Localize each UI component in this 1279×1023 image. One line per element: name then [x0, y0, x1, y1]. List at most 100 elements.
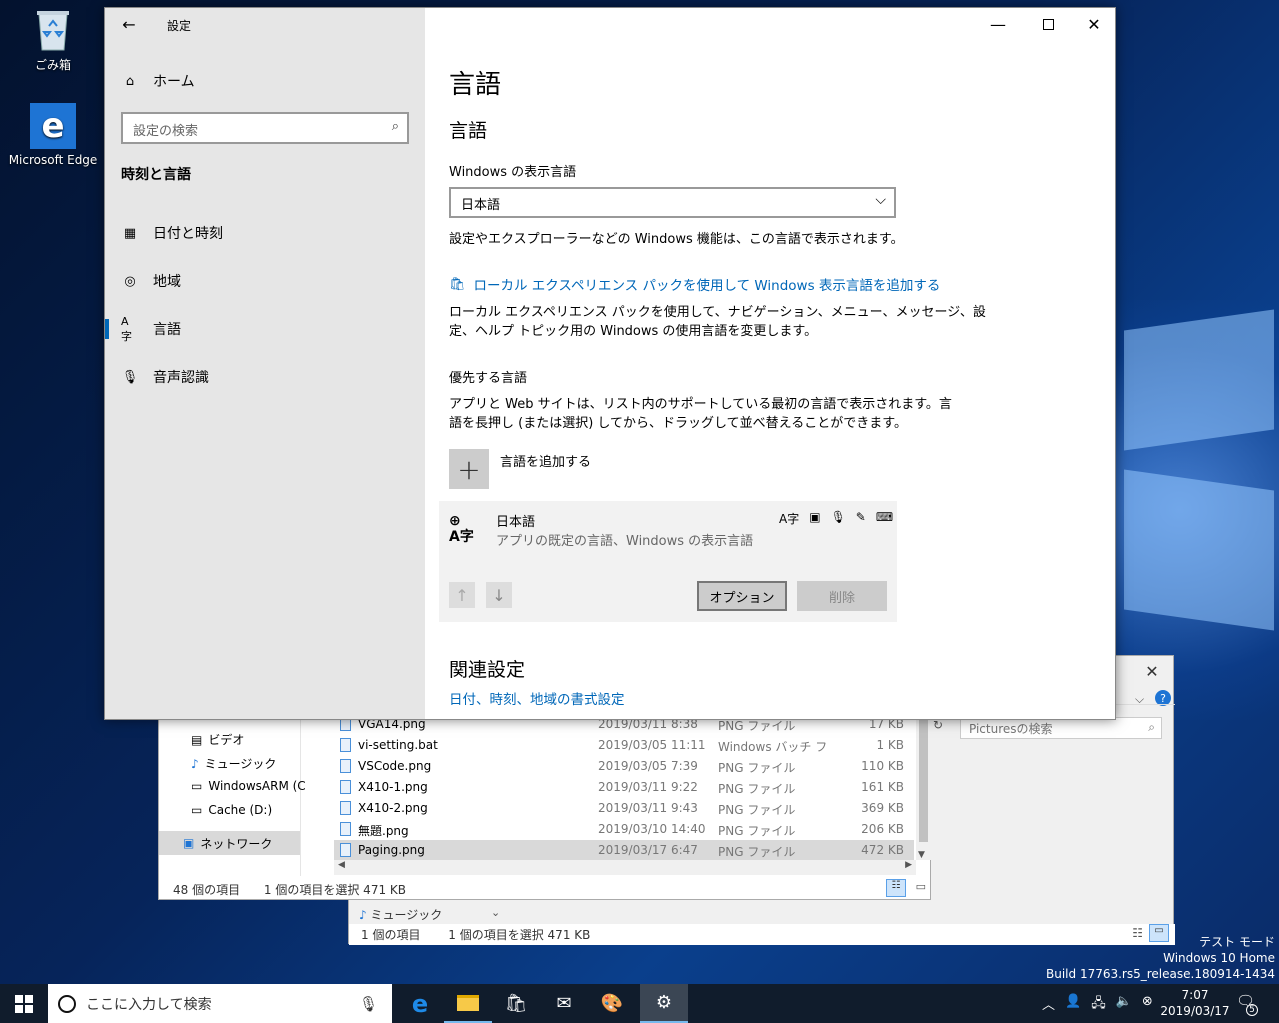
table-row[interactable]: vi-setting.bat 2019/03/05 11:11 Windows バッ…: [334, 735, 914, 756]
date-time-region-format-link[interactable]: 日付、時刻、地域の書式設定: [449, 688, 625, 708]
music-icon: ♪: [359, 908, 367, 922]
selected-indicator: [105, 319, 109, 339]
sidebar-item-label: 日付と時刻: [153, 226, 223, 242]
search-input[interactable]: Picturesの検索 ⌕: [960, 717, 1162, 739]
search-icon: ⌕: [1148, 720, 1155, 734]
action-center-button[interactable]: 🗨 5: [1236, 992, 1258, 1016]
table-cell-date: 2019/03/05 11:11: [598, 738, 706, 752]
nav-item-music[interactable]: ♪ ミュージック: [359, 906, 442, 923]
desktop-icon-edge[interactable]: e Microsoft Edge: [8, 103, 98, 167]
table-cell-date: 2019/03/11 9:22: [598, 780, 698, 794]
nav-item-label: ミュージック: [204, 757, 277, 771]
desktop-icon-recycle-bin[interactable]: ごみ箱: [8, 8, 98, 73]
display-language-dropdown[interactable]: 日本語 ⌵: [449, 187, 896, 218]
sidebar-item-region[interactable]: ◎ 地域: [121, 271, 181, 291]
move-down-button[interactable]: ↓: [486, 582, 512, 608]
table-row[interactable]: 無題.png 2019/03/10 14:40 PNG ファイル 206 KB: [334, 819, 914, 840]
close-icon[interactable]: ✕: [1129, 658, 1175, 684]
sidebar-item-date-time[interactable]: ▦ 日付と時刻: [121, 223, 223, 243]
status-bar: 48 個の項目 1 個の項目を選択 471 KB ☷ ▭: [159, 877, 932, 900]
sidebar-item-speech[interactable]: 🎙 音声認識: [121, 367, 209, 387]
volume-icon[interactable]: 🔈: [1116, 994, 1132, 1016]
sidebar-item-home[interactable]: ⌂ ホーム: [121, 71, 195, 91]
chevron-down-icon[interactable]: ⌄: [491, 906, 500, 919]
language-list-item[interactable]: ⊕ A字 日本語 アプリの既定の言語、Windows の表示言語 A字 ▣ 🎙 ✎…: [439, 501, 897, 622]
scroll-down-icon[interactable]: ▼: [918, 850, 925, 860]
status-selected: 1 個の項目を選択 471 KB: [263, 883, 407, 897]
local-experience-pack-link[interactable]: 🛍 ローカル エクスペリエンス パックを使用して Windows 表示言語を追加…: [449, 274, 940, 295]
taskbar-mail[interactable]: ✉: [540, 984, 588, 1023]
store-icon: 🛍: [449, 276, 466, 292]
sidebar-item-label: 音声認識: [153, 370, 209, 386]
explorer-window[interactable]: ▤ ビデオ ♪ ミュージック ▭ WindowsARM (C ▭ Cache (D:) …: [158, 700, 931, 900]
microphone-icon: 🎙: [121, 369, 139, 385]
language-icon: A字: [121, 314, 132, 343]
keyboard-icon: ⌨: [875, 510, 894, 524]
watermark-line: Build 17763.rs5_release.180914-1434: [1046, 967, 1275, 981]
status-count: 48 個の項目: [173, 883, 241, 897]
add-language-button[interactable]: +: [449, 449, 489, 489]
table-cell-name: VSCode.png: [358, 759, 432, 773]
vertical-scrollbar[interactable]: ▼: [916, 714, 931, 860]
clock-date: 2019/03/17: [1160, 1004, 1230, 1018]
large-icons-view-icon[interactable]: ▭: [916, 880, 926, 893]
taskbar-paint[interactable]: 🎨: [588, 984, 636, 1023]
user-icon[interactable]: 👤: [1065, 994, 1081, 1016]
add-language-label[interactable]: 言語を追加する: [500, 451, 591, 470]
nav-item-videos[interactable]: ▤ ビデオ: [191, 731, 244, 748]
back-arrow-icon[interactable]: ←: [117, 14, 141, 34]
nav-item-drive-c[interactable]: ▭ WindowsARM (C: [191, 779, 306, 793]
settings-window[interactable]: ← 設定 ⌂ ホーム 設定の検索 ⌕ 時刻と言語 ▦ 日付と時刻 ◎ 地域 A字…: [104, 7, 1116, 720]
arrow-down-icon: ↓: [492, 585, 506, 605]
table-row[interactable]: Paging.png 2019/03/17 6:47 PNG ファイル 472 KB: [334, 840, 914, 861]
sidebar-item-language[interactable]: A字 言語: [121, 314, 181, 343]
close-button[interactable]: ✕: [1071, 8, 1117, 40]
search-placeholder: 設定の検索: [133, 124, 199, 139]
refresh-icon[interactable]: ↻: [933, 718, 947, 732]
gear-icon: ⚙: [655, 992, 673, 1013]
taskbar-file-explorer[interactable]: [444, 984, 492, 1023]
table-row[interactable]: X410-2.png 2019/03/11 9:43 PNG ファイル 369 KB: [334, 798, 914, 819]
scroll-right-icon[interactable]: ▶: [905, 860, 912, 870]
details-view-icon[interactable]: ☷: [886, 879, 906, 897]
help-label: ?: [1160, 691, 1166, 705]
minimize-button[interactable]: —: [975, 8, 1021, 40]
nav-item-drive-d[interactable]: ▭ Cache (D:): [191, 803, 272, 817]
language-icon: ⊕ A字: [449, 513, 474, 545]
calendar-clock-icon: ▦: [123, 225, 137, 241]
network-icon[interactable]: 🖧: [1091, 994, 1106, 1016]
start-button[interactable]: [0, 984, 48, 1023]
taskbar-edge[interactable]: e: [396, 984, 444, 1023]
scroll-left-icon[interactable]: ◀: [338, 860, 345, 870]
taskbar-store[interactable]: 🛍: [492, 984, 540, 1023]
nav-item-network[interactable]: ▣ ネットワーク: [159, 831, 300, 855]
nav-item-label: ミュージック: [370, 908, 443, 922]
preferred-languages-description: アプリと Web サイトは、リスト内のサポートしている最初の言語で表示されます。…: [449, 395, 952, 433]
recycle-bin-icon: [31, 8, 75, 52]
notification-badge: 5: [1246, 1004, 1258, 1016]
taskbar-search-box[interactable]: ここに入力して検索 🎙: [48, 984, 392, 1023]
table-row[interactable]: VSCode.png 2019/03/05 7:39 PNG ファイル 110 KB: [334, 756, 914, 777]
chevron-down-icon: ⌵: [875, 192, 886, 208]
table-row[interactable]: X410-1.png 2019/03/11 9:22 PNG ファイル 161 KB: [334, 777, 914, 798]
horizontal-scrollbar[interactable]: ◀ ▶: [334, 860, 916, 875]
table-cell-type: PNG ファイル: [718, 824, 796, 838]
nav-item-music[interactable]: ♪ ミュージック: [191, 755, 276, 772]
local-experience-pack-description: ローカル エクスペリエンス パックを使用して、ナビゲーション、メニュー、メッセー…: [449, 303, 986, 341]
chevron-up-icon[interactable]: ︿: [1042, 994, 1055, 1016]
ime-off-icon[interactable]: ⊗: [1142, 994, 1153, 1016]
handwriting-icon: ✎: [855, 510, 866, 524]
table-cell-date: 2019/03/10 14:40: [598, 822, 706, 836]
maximize-button[interactable]: [1025, 8, 1071, 40]
remove-button[interactable]: 削除: [797, 581, 887, 611]
image-file-icon: [340, 759, 351, 773]
table-cell-size: 472 KB: [861, 843, 904, 857]
options-button[interactable]: オプション: [697, 581, 787, 611]
clock[interactable]: 7:07 2019/03/17: [1160, 987, 1230, 1019]
settings-search-input[interactable]: 設定の検索 ⌕: [121, 112, 409, 144]
scrollbar-thumb[interactable]: [919, 714, 928, 842]
taskbar-settings[interactable]: ⚙: [640, 984, 688, 1023]
nav-item-label: Cache (D:): [208, 803, 273, 817]
move-up-button[interactable]: ↑: [449, 582, 475, 608]
table-cell-size: 369 KB: [861, 801, 904, 815]
